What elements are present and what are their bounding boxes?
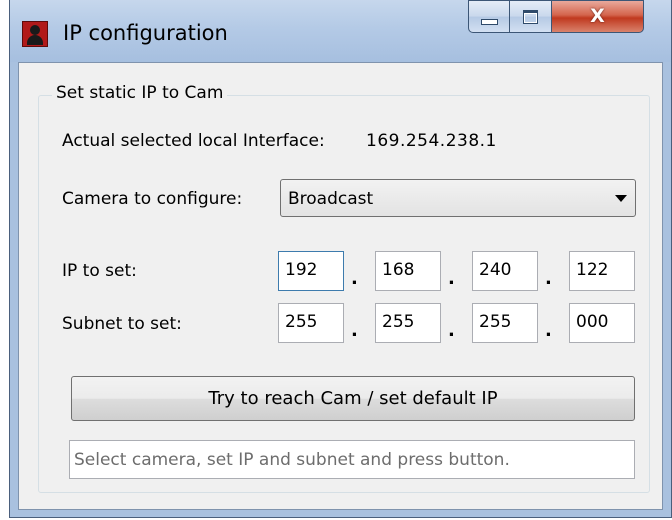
static-ip-groupbox: [38, 95, 650, 493]
ip-dot-3: .: [545, 268, 552, 289]
camera-label: Camera to configure:: [62, 189, 243, 209]
window-title: IP configuration: [63, 21, 228, 45]
ip-octet-3-field[interactable]: 240: [472, 251, 538, 291]
reach-cam-button[interactable]: Try to reach Cam / set default IP: [71, 376, 635, 421]
caption-buttons: X: [468, 0, 660, 35]
ip-label: IP to set:: [62, 261, 137, 281]
interface-label: Actual selected local Interface:: [62, 131, 325, 151]
reach-cam-button-label: Try to reach Cam / set default IP: [208, 388, 498, 409]
minimize-icon: [480, 18, 498, 25]
maximize-icon: [523, 9, 538, 24]
title-bar[interactable]: IP configuration X: [10, 0, 671, 62]
ip-octet-4-field[interactable]: 122: [569, 251, 635, 291]
subnet-octet-3-field[interactable]: 255: [472, 303, 538, 343]
status-field: Select camera, set IP and subnet and pre…: [69, 440, 635, 479]
close-button[interactable]: X: [552, 0, 644, 33]
subnet-dot-3: .: [545, 320, 552, 341]
ip-octet-1-field[interactable]: 192: [278, 251, 344, 291]
ip-dot-1: .: [351, 268, 358, 289]
groupbox-title: Set static IP to Cam: [52, 83, 228, 103]
ip-dot-2: .: [448, 268, 455, 289]
maximize-button[interactable]: [510, 0, 552, 33]
camera-select-value: Broadcast: [288, 189, 374, 209]
minimize-button[interactable]: [468, 0, 510, 33]
camera-person-icon: [22, 21, 48, 47]
subnet-dot-2: .: [448, 320, 455, 341]
subnet-octet-4-field[interactable]: 000: [569, 303, 635, 343]
subnet-label: Subnet to set:: [62, 314, 182, 334]
client-area: Set static IP to Cam Actual selected loc…: [18, 62, 663, 510]
subnet-octet-2-field[interactable]: 255: [375, 303, 441, 343]
chevron-down-icon: [615, 195, 627, 202]
subnet-octet-1-field[interactable]: 255: [278, 303, 344, 343]
close-icon: X: [590, 5, 605, 27]
subnet-dot-1: .: [351, 320, 358, 341]
ip-configuration-window: IP configuration X Set static IP to Cam …: [9, 0, 672, 518]
ip-octet-2-field[interactable]: 168: [375, 251, 441, 291]
interface-value: 169.254.238.1: [366, 131, 497, 151]
camera-select[interactable]: Broadcast: [280, 179, 636, 217]
